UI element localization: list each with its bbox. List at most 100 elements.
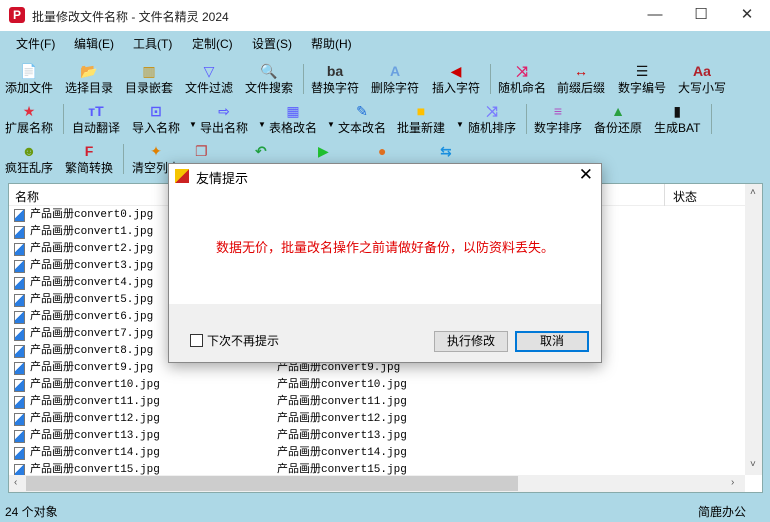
- number-sort-icon: ≡: [553, 103, 563, 119]
- new-file-name: 产品画册convert12.jpg: [277, 413, 407, 425]
- toolbar-button-switch[interactable]: ⇆: [440, 142, 452, 160]
- table-row[interactable]: 产品画册convert13.jpg 产品画册convert13.jpg: [9, 428, 745, 445]
- status-brand: 简鹿办公: [697, 505, 746, 519]
- new-file-name: 产品画册convert10.jpg: [277, 379, 407, 391]
- dialog-close-icon[interactable]: ✕: [579, 165, 593, 185]
- horizontal-scrollbar[interactable]: ‹ ›: [9, 475, 745, 492]
- toolbar-button-insert-char[interactable]: ◀ 插入字符: [432, 62, 480, 96]
- menu-help[interactable]: 帮助(H): [311, 35, 352, 52]
- scroll-left-icon[interactable]: ‹: [14, 477, 17, 488]
- toolbar-button-export[interactable]: ⇨ 导出名称: [200, 102, 248, 136]
- menu-file[interactable]: 文件(F): [16, 35, 55, 52]
- toolbar-label: 疯狂乱序: [5, 161, 54, 175]
- menu-bar: 文件(F) 编辑(E) 工具(T) 定制(C) 设置(S) 帮助(H): [0, 35, 770, 55]
- dropdown-arrow-icon[interactable]: ▼: [456, 120, 464, 129]
- scroll-down-icon[interactable]: ˅: [750, 459, 756, 470]
- toolbar-button-filter[interactable]: ▽ 文件过滤: [185, 62, 233, 96]
- toolbar-button-numbered-list[interactable]: ☰ 数字编号: [618, 62, 666, 96]
- toolbar-label: 文本改名: [338, 121, 387, 135]
- switch-icon: ⇆: [440, 143, 452, 159]
- dialog-message: 数据无价，批量改名操作之前请做好备份，以防资料丢失。: [215, 240, 554, 255]
- dropdown-arrow-icon[interactable]: ▼: [327, 120, 335, 129]
- dont-show-again-label[interactable]: 下次不再提示: [207, 332, 279, 349]
- toolbar-button-table[interactable]: ▦ 表格改名: [269, 102, 317, 136]
- toolbar-button-translate[interactable]: ᴛT 自动翻译: [72, 102, 120, 136]
- toolbar-button-copy[interactable]: ❐: [195, 142, 208, 160]
- toolbar-separator: [711, 104, 712, 134]
- dropdown-arrow-icon[interactable]: ▼: [258, 120, 266, 129]
- toolbar-button-star[interactable]: ★ 扩展名称: [5, 102, 53, 136]
- minimize-button[interactable]: —: [632, 0, 678, 31]
- file-name: 产品画册convert13.jpg: [30, 430, 160, 442]
- toolbar-button-number-sort[interactable]: ≡ 数字排序: [534, 102, 582, 136]
- dropdown-arrow-icon[interactable]: ▼: [189, 120, 197, 129]
- vertical-scrollbar[interactable]: ˄ ˅: [745, 184, 762, 475]
- clear-icon: ✦: [150, 143, 162, 159]
- tip-dialog: 友情提示 ✕ 数据无价，批量改名操作之前请做好备份，以防资料丢失。 下次不再提示…: [168, 163, 602, 363]
- table-row[interactable]: 产品画册convert12.jpg 产品画册convert12.jpg: [9, 411, 745, 428]
- close-button[interactable]: ✕: [724, 0, 770, 31]
- table-row[interactable]: 产品画册convert10.jpg 产品画册convert10.jpg: [9, 377, 745, 394]
- nested-folder-icon: ▥: [142, 63, 156, 79]
- toolbar-label: 备份还原: [594, 121, 643, 135]
- menu-customize[interactable]: 定制(C): [192, 35, 233, 52]
- insert-char-icon: ◀: [450, 63, 462, 79]
- crazy-icon: ☻: [21, 143, 37, 159]
- toolbar-button-nested-folder[interactable]: ▥ 目录嵌套: [125, 62, 173, 96]
- image-file-icon: [14, 209, 25, 222]
- cancel-button[interactable]: 取消: [515, 331, 589, 352]
- toolbar-button-delete-char[interactable]: A 删除字符: [371, 62, 419, 96]
- image-file-icon: [14, 226, 25, 239]
- toolbar-button-edit[interactable]: ✎ 文本改名: [338, 102, 386, 136]
- image-file-icon: [14, 447, 25, 460]
- dont-show-again-checkbox[interactable]: [190, 334, 203, 347]
- scroll-right-icon[interactable]: ›: [731, 477, 734, 488]
- execute-button[interactable]: 执行修改: [434, 331, 508, 352]
- toolbar-label: 批量新建: [397, 121, 446, 135]
- toolbar-button-crazy[interactable]: ☻ 疯狂乱序: [5, 142, 53, 176]
- new-folder-icon: ■: [416, 103, 426, 119]
- file-name: 产品画册convert1.jpg: [30, 226, 154, 238]
- menu-tools[interactable]: 工具(T): [133, 35, 172, 52]
- status-count: 24 个对象: [5, 505, 58, 519]
- toolbar-button-prefix-suffix[interactable]: ↔ 前缀后缀: [557, 62, 605, 96]
- file-name: 产品画册convert11.jpg: [30, 396, 160, 408]
- menu-settings[interactable]: 设置(S): [252, 35, 292, 52]
- column-name[interactable]: 名称: [15, 188, 39, 205]
- toolbar-button-replace[interactable]: ba 替换字符: [311, 62, 359, 96]
- file-name: 产品画册convert9.jpg: [30, 362, 154, 374]
- toolbar-label: 数字编号: [618, 81, 667, 95]
- toolbar-label: 随机命名: [498, 81, 547, 95]
- toolbar-button-folder-open[interactable]: 📂 选择目录: [65, 62, 113, 96]
- toolbar-button-random-sort[interactable]: ⤨ 随机排序: [468, 102, 516, 136]
- toolbar-label: 自动翻译: [72, 121, 121, 135]
- window-title: 批量修改文件名称 - 文件名精灵 2024: [32, 10, 229, 24]
- dialog-app-icon: [175, 169, 189, 183]
- toolbar-button-case[interactable]: Aa 大写小写: [678, 62, 726, 96]
- toolbar-button-new-folder[interactable]: ■ 批量新建: [397, 102, 445, 136]
- horizontal-scroll-thumb[interactable]: [26, 476, 518, 491]
- maximize-button[interactable]: ☐: [678, 0, 724, 31]
- toolbar-button-import[interactable]: ⊡ 导入名称: [132, 102, 180, 136]
- toolbar-button-search[interactable]: 🔍 文件搜索: [245, 62, 293, 96]
- folder-open-icon: 📂: [80, 63, 98, 79]
- toolbar-button-undo[interactable]: ↶: [255, 142, 267, 160]
- table-row[interactable]: 产品画册convert11.jpg 产品画册convert11.jpg: [9, 394, 745, 411]
- toolbar-separator: [526, 104, 527, 134]
- app-icon: P: [9, 7, 25, 23]
- file-name: 产品画册convert14.jpg: [30, 447, 160, 459]
- column-status[interactable]: 状态: [673, 188, 697, 205]
- image-file-icon: [14, 379, 25, 392]
- table-row[interactable]: 产品画册convert14.jpg 产品画册convert14.jpg: [9, 445, 745, 462]
- toolbar-button-user[interactable]: ●: [378, 142, 386, 160]
- toolbar-button-shuffle[interactable]: ⤨ 随机命名: [498, 62, 546, 96]
- toolbar-button-terminal[interactable]: ▮ 生成BAT: [654, 102, 700, 136]
- toolbar-button-play[interactable]: ▶: [318, 142, 329, 160]
- toolbar-button-add-file[interactable]: 📄 添加文件: [5, 62, 53, 96]
- toolbar-button-backup[interactable]: ▲ 备份还原: [594, 102, 642, 136]
- menu-edit[interactable]: 编辑(E): [74, 35, 114, 52]
- file-name: 产品画册convert5.jpg: [30, 294, 154, 306]
- scroll-up-icon[interactable]: ˄: [750, 187, 756, 198]
- shuffle-icon: ⤨: [516, 63, 528, 79]
- toolbar-button-convert-f[interactable]: F 繁简转换: [65, 142, 113, 176]
